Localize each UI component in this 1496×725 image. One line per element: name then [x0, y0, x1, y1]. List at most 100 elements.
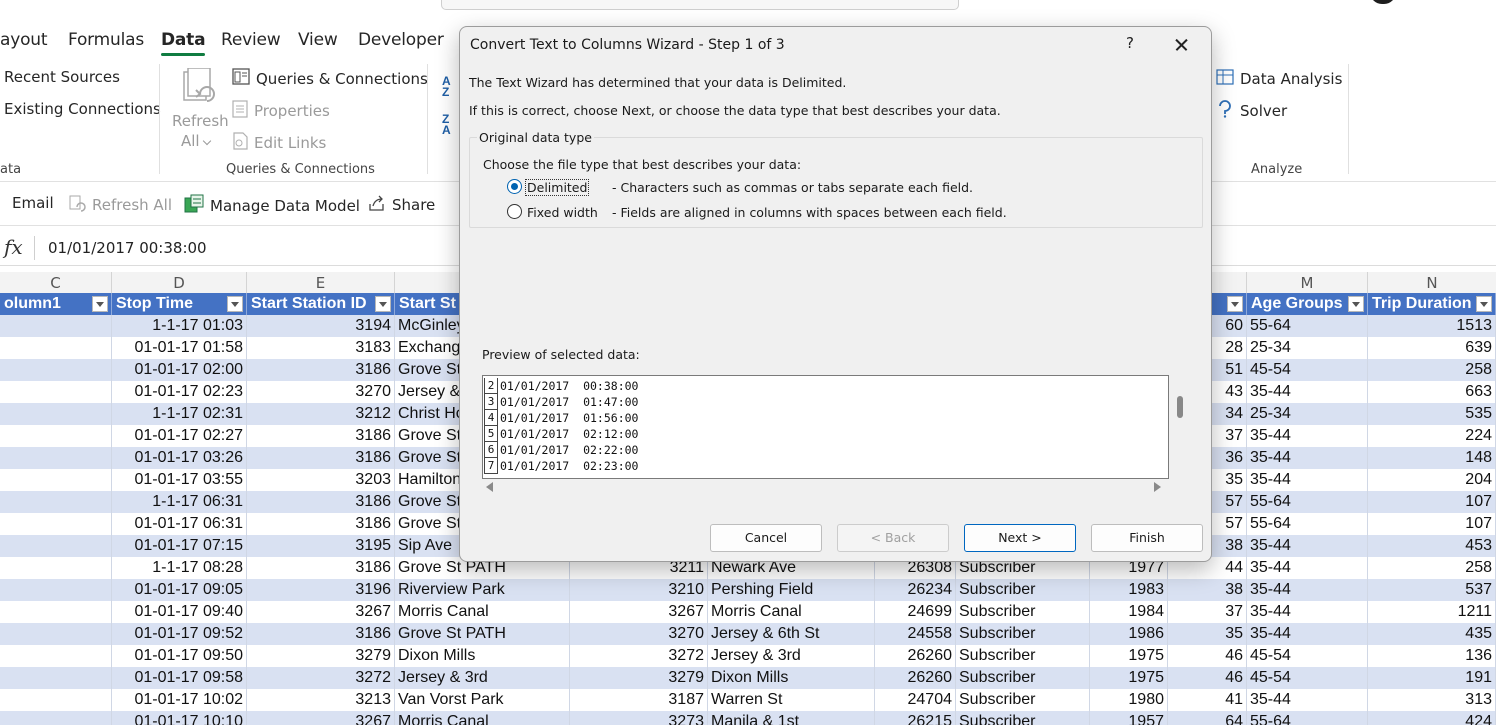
table-cell[interactable]: [0, 667, 112, 689]
table-cell[interactable]: [0, 711, 112, 725]
table-cell-stop[interactable]: 01-01-17 07:15: [112, 535, 247, 557]
table-cell-stop[interactable]: 01-01-17 09:52: [112, 623, 247, 645]
preview-vertical-scrollbar[interactable]: [1177, 396, 1183, 418]
filter-dropdown-icon[interactable]: [92, 296, 108, 312]
table-cell-bike[interactable]: 24558: [875, 623, 956, 645]
fixed-width-radio[interactable]: [507, 204, 522, 219]
table-cell-bike[interactable]: 26234: [875, 579, 956, 601]
table-cell-bike[interactable]: 26260: [875, 667, 956, 689]
table-cell-dur[interactable]: 435: [1368, 623, 1496, 645]
table-cell-dur[interactable]: 204: [1368, 469, 1496, 491]
table-cell-dur[interactable]: 313: [1368, 689, 1496, 711]
table-cell[interactable]: [0, 579, 112, 601]
table-cell-eid[interactable]: 3272: [570, 645, 708, 667]
table-cell[interactable]: [0, 447, 112, 469]
properties-button[interactable]: Properties: [232, 100, 330, 122]
table-cell-age[interactable]: 46: [1168, 645, 1247, 667]
table-cell-dur[interactable]: 639: [1368, 337, 1496, 359]
table-cell-group[interactable]: 55-64: [1247, 513, 1368, 535]
refresh-all-qa-button[interactable]: Refresh All: [68, 194, 172, 216]
header-cell-age-groups[interactable]: Age Groups: [1247, 293, 1368, 315]
filter-dropdown-icon[interactable]: [1348, 296, 1364, 312]
table-cell-group[interactable]: 35-44: [1247, 601, 1368, 623]
help-button[interactable]: ?: [1120, 34, 1140, 52]
table-cell-dur[interactable]: 107: [1368, 513, 1496, 535]
table-cell[interactable]: [0, 689, 112, 711]
table-cell-sid[interactable]: 3195: [247, 535, 395, 557]
column-header-c[interactable]: C: [0, 274, 111, 292]
table-cell-group[interactable]: 35-44: [1247, 557, 1368, 579]
table-cell-stop[interactable]: 01-01-17 06:31: [112, 513, 247, 535]
table-cell-sid[interactable]: 3196: [247, 579, 395, 601]
table-cell-sid[interactable]: 3203: [247, 469, 395, 491]
table-cell-eid[interactable]: 3273: [570, 711, 708, 725]
table-cell-bike[interactable]: 26260: [875, 645, 956, 667]
table-cell-ename[interactable]: Dixon Mills: [708, 667, 875, 689]
table-cell-stop[interactable]: 01-01-17 03:55: [112, 469, 247, 491]
table-cell-eid[interactable]: 3279: [570, 667, 708, 689]
table-cell-group[interactable]: 35-44: [1247, 425, 1368, 447]
table-cell-dur[interactable]: 1211: [1368, 601, 1496, 623]
close-icon[interactable]: [1166, 33, 1196, 57]
filter-dropdown-icon[interactable]: [1227, 296, 1243, 312]
refresh-all-button[interactable]: Refresh All: [170, 66, 229, 150]
table-cell[interactable]: [0, 381, 112, 403]
edit-links-button[interactable]: Edit Links: [232, 132, 326, 154]
table-cell-ename[interactable]: Jersey & 6th St: [708, 623, 875, 645]
table-cell-stop[interactable]: 01-01-17 10:10: [112, 711, 247, 725]
solver-button[interactable]: Solver: [1216, 100, 1287, 122]
search-box[interactable]: [441, 0, 959, 10]
table-cell-dur[interactable]: 535: [1368, 403, 1496, 425]
table-cell-stop[interactable]: 01-01-17 09:58: [112, 667, 247, 689]
table-cell-group[interactable]: 35-44: [1247, 579, 1368, 601]
table-cell-sid[interactable]: 3183: [247, 337, 395, 359]
table-cell-eid[interactable]: 3270: [570, 623, 708, 645]
table-cell[interactable]: [0, 601, 112, 623]
recent-sources-button[interactable]: Recent Sources: [4, 68, 120, 86]
table-cell-age[interactable]: 38: [1168, 579, 1247, 601]
table-cell-sid[interactable]: 3272: [247, 667, 395, 689]
table-cell-dur[interactable]: 136: [1368, 645, 1496, 667]
table-cell-sname[interactable]: Morris Canal: [395, 601, 570, 623]
table-cell-group[interactable]: 35-44: [1247, 689, 1368, 711]
table-cell-group[interactable]: 45-54: [1247, 359, 1368, 381]
table-cell-sid[interactable]: 3267: [247, 711, 395, 725]
table-cell[interactable]: [0, 535, 112, 557]
table-cell-utype[interactable]: Subscriber: [956, 623, 1090, 645]
table-cell-bike[interactable]: 24699: [875, 601, 956, 623]
header-cell-age[interactable]: [1212, 293, 1247, 315]
table-cell[interactable]: [0, 623, 112, 645]
finish-button[interactable]: Finish: [1091, 524, 1203, 552]
table-cell-byear[interactable]: 1986: [1090, 623, 1168, 645]
table-cell[interactable]: [0, 645, 112, 667]
table-cell-dur[interactable]: 258: [1368, 557, 1496, 579]
back-button[interactable]: < Back: [837, 524, 949, 552]
table-cell-stop[interactable]: 01-01-17 02:27: [112, 425, 247, 447]
account-avatar[interactable]: [1370, 0, 1396, 4]
table-cell-eid[interactable]: 3187: [570, 689, 708, 711]
table-cell-byear[interactable]: 1975: [1090, 645, 1168, 667]
table-cell-sid[interactable]: 3186: [247, 623, 395, 645]
table-cell[interactable]: [0, 337, 112, 359]
table-cell-group[interactable]: 35-44: [1247, 535, 1368, 557]
table-cell-ename[interactable]: Pershing Field: [708, 579, 875, 601]
header-cell-stop-time[interactable]: Stop Time: [112, 293, 247, 315]
table-cell[interactable]: [0, 469, 112, 491]
table-cell-byear[interactable]: 1984: [1090, 601, 1168, 623]
table-cell-sid[interactable]: 3186: [247, 513, 395, 535]
table-cell-age[interactable]: 35: [1168, 623, 1247, 645]
table-cell-group[interactable]: 35-44: [1247, 623, 1368, 645]
table-cell-utype[interactable]: Subscriber: [956, 645, 1090, 667]
table-cell-sid[interactable]: 3186: [247, 447, 395, 469]
table-cell-sid[interactable]: 3279: [247, 645, 395, 667]
header-cell-trip-duration[interactable]: Trip Duration: [1368, 293, 1496, 315]
table-cell-byear[interactable]: 1957: [1090, 711, 1168, 725]
formula-input[interactable]: 01/01/2017 00:38:00: [48, 239, 207, 257]
table-cell-group[interactable]: 35-44: [1247, 381, 1368, 403]
column-header-m[interactable]: M: [1247, 274, 1367, 292]
data-preview[interactable]: 2 01/01/2017 00:38:00 3 01/01/2017 01:47…: [482, 375, 1169, 479]
table-cell-bike[interactable]: 26215: [875, 711, 956, 725]
table-cell-group[interactable]: 55-64: [1247, 315, 1368, 337]
table-cell-group[interactable]: 55-64: [1247, 491, 1368, 513]
table-cell-sname[interactable]: Morris Canal: [395, 711, 570, 725]
